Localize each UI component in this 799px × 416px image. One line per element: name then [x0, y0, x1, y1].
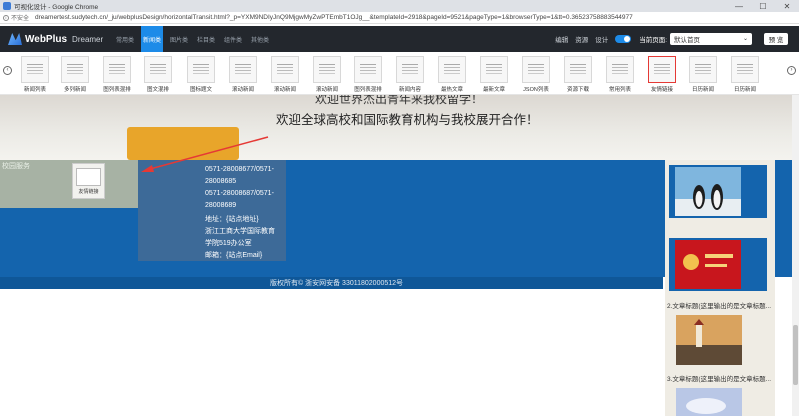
- category-tabs: 常用类 新闻类 图片类 栏目类 组件类 其他类: [114, 26, 276, 52]
- tab-components[interactable]: 组件类: [222, 26, 244, 52]
- component-image-list-mixed-2[interactable]: 图列表混排: [353, 56, 383, 93]
- header-right: 编辑 资源 设计 当前页面: 默认首页 ⌄ 预 览: [555, 26, 799, 52]
- close-window-button[interactable]: ✕: [775, 0, 799, 12]
- component-thumb: [480, 56, 508, 83]
- component-label: 最新文章: [482, 87, 505, 93]
- address-bar[interactable]: i 不安全 dreamertest.sudytech.cn/_ju/webplus…: [0, 12, 799, 24]
- url-text[interactable]: dreamertest.sudytech.cn/_ju/webplusDesig…: [35, 14, 633, 21]
- component-thumb: [313, 56, 341, 83]
- edit-link[interactable]: 编辑: [555, 34, 568, 44]
- component-label: 图列表混排: [103, 87, 131, 93]
- component-thumb: [689, 56, 717, 83]
- component-label: 友情链接: [650, 87, 673, 93]
- component-thumb: [354, 56, 382, 83]
- component-scroll-news-1[interactable]: 滚动新闻: [228, 56, 258, 93]
- component-thumb: [103, 56, 131, 83]
- window-controls: — ☐ ✕: [727, 0, 799, 12]
- component-news-list[interactable]: 新闻列表: [20, 56, 50, 93]
- component-image-title[interactable]: 图标题文: [186, 56, 216, 93]
- security-indicator[interactable]: i 不安全: [3, 13, 29, 22]
- component-label: 最热文章: [440, 87, 463, 93]
- window-title: 可视化设计 - Google Chrome: [14, 4, 99, 11]
- component-image-list-mixed[interactable]: 图列表混排: [102, 56, 132, 93]
- component-label: 资源下载: [566, 87, 589, 93]
- component-label: 常用列表: [608, 87, 631, 93]
- component-label: 日历新闻: [733, 87, 756, 93]
- component-thumb: [606, 56, 634, 83]
- app-header: WebPlus Dreamer 常用类 新闻类 图片类 栏目类 组件类 其他类 …: [0, 26, 799, 52]
- browser-titlebar: 可视化设计 - Google Chrome — ☐ ✕: [0, 0, 799, 12]
- component-label: 日历新闻: [691, 87, 714, 93]
- component-label: 新闻内容: [398, 87, 421, 93]
- info-icon: i: [3, 14, 9, 21]
- component-latest-articles[interactable]: 最新文章: [479, 56, 509, 93]
- component-thumb: [271, 56, 299, 83]
- tab-other[interactable]: 其他类: [249, 26, 271, 52]
- component-calendar-news-2[interactable]: 日历新闻: [730, 56, 760, 93]
- design-canvas[interactable]: 欢迎世界杰出青年来我校留学！ 欢迎全球高校和国际教育机构与我校展开合作！ 校园服…: [0, 95, 799, 416]
- component-scroll-news-2[interactable]: 滚动新闻: [270, 56, 300, 93]
- logo: WebPlus Dreamer: [8, 33, 110, 45]
- webplus-logo-icon: [8, 33, 22, 45]
- current-page-select[interactable]: 默认首页 ⌄: [670, 33, 752, 45]
- scroll-right-icon[interactable]: ›: [787, 66, 796, 75]
- maximize-button[interactable]: ☐: [751, 0, 775, 12]
- component-multi-column-news[interactable]: 多列新闻: [60, 56, 90, 93]
- design-link[interactable]: 设计: [595, 34, 608, 44]
- component-toolbar: ‹ 新闻列表 多列新闻 图列表混排 图文混排 图标题文 滚动新闻 滚动新闻 滚动…: [0, 52, 799, 95]
- tab-common[interactable]: 常用类: [114, 26, 136, 52]
- component-label: 新闻列表: [23, 87, 46, 93]
- component-thumb: [187, 56, 215, 83]
- component-label: 图标题文: [189, 87, 212, 93]
- security-label: 不安全: [11, 16, 30, 22]
- component-news-content[interactable]: 新闻内容: [395, 56, 425, 93]
- brand-sub: Dreamer: [72, 34, 104, 44]
- component-friendly-links[interactable]: 友情链接: [647, 56, 677, 93]
- chevron-down-icon: ⌄: [742, 36, 748, 42]
- component-thumb: [522, 56, 550, 83]
- canvas-scrollbar[interactable]: [792, 95, 799, 416]
- component-resource-download[interactable]: 资源下载: [563, 56, 593, 93]
- component-label: 图文混排: [146, 87, 169, 93]
- component-label: 图列表混排: [354, 87, 382, 93]
- tab-news[interactable]: 新闻类: [141, 26, 163, 52]
- component-thumb: [396, 56, 424, 83]
- component-json-list[interactable]: JSON列表: [521, 56, 551, 93]
- component-scroll-news-3[interactable]: 滚动新闻: [312, 56, 342, 93]
- component-calendar-news-1[interactable]: 日历新闻: [688, 56, 718, 93]
- component-hot-articles[interactable]: 最热文章: [437, 56, 467, 93]
- scroll-left-icon[interactable]: ‹: [3, 66, 12, 75]
- design-toggle[interactable]: [615, 35, 632, 43]
- minimize-button[interactable]: —: [727, 0, 751, 12]
- current-page-value: 默认首页: [674, 37, 700, 44]
- component-thumb: [21, 56, 49, 83]
- component-thumb: [438, 56, 466, 83]
- component-thumb: [144, 56, 172, 83]
- component-thumb: [731, 56, 759, 83]
- component-label: 滚动新闻: [231, 87, 254, 93]
- brand-name: WebPlus: [25, 33, 68, 45]
- tab-columns[interactable]: 栏目类: [195, 26, 217, 52]
- drag-indicator-arrow: [141, 136, 269, 172]
- component-label: JSON列表: [523, 87, 549, 93]
- current-page-label: 当前页面:: [639, 37, 667, 44]
- component-thumb: [648, 56, 676, 83]
- component-thumb: [564, 56, 592, 83]
- component-label: 滚动新闻: [273, 87, 296, 93]
- component-thumb: [229, 56, 257, 83]
- resources-link[interactable]: 资源: [575, 34, 588, 44]
- preview-button[interactable]: 预 览: [764, 33, 788, 45]
- favicon-icon: [3, 2, 11, 10]
- component-thumb: [61, 56, 89, 83]
- component-label: 多列新闻: [63, 87, 86, 93]
- scrollbar-thumb[interactable]: [793, 325, 798, 385]
- tab-images[interactable]: 图片类: [168, 26, 190, 52]
- component-image-text[interactable]: 图文混排: [143, 56, 173, 93]
- component-label: 滚动新闻: [315, 87, 338, 93]
- component-common-list[interactable]: 常用列表: [605, 56, 635, 93]
